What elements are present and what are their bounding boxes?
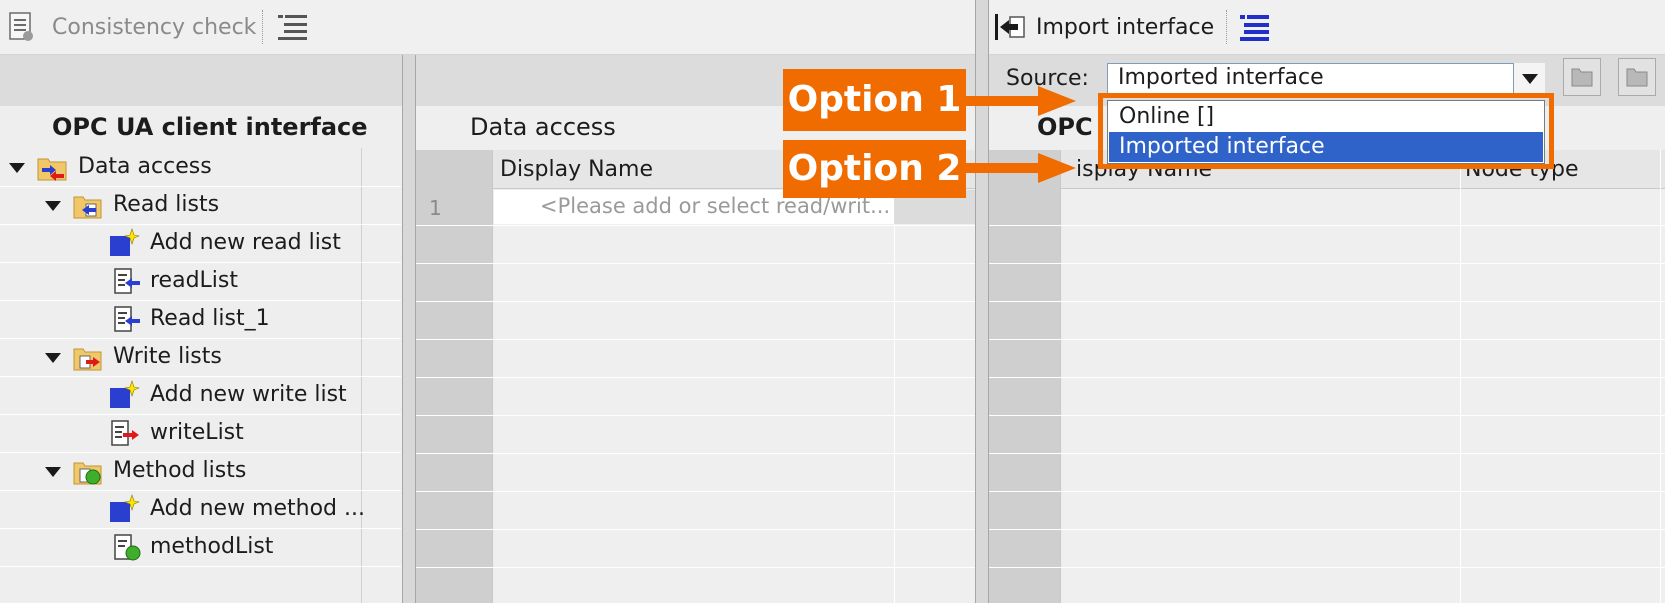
tree-item-write-lists[interactable]: Write lists — [0, 339, 401, 377]
callout-option-1: Option 1 — [783, 69, 966, 131]
toolbar-separator — [262, 10, 264, 44]
tree-item-writelist[interactable]: writeList — [0, 415, 401, 453]
tree-item-label: Add new write list — [150, 382, 347, 407]
source-selected-value: Imported interface — [1118, 65, 1324, 90]
row-number: 1 — [429, 196, 442, 220]
grid-row-line — [416, 453, 975, 454]
expand-triangle-icon — [45, 467, 61, 477]
list-options-icon — [278, 15, 307, 40]
grid-row-line — [416, 567, 975, 568]
grid-row-line — [416, 415, 975, 416]
checklist-icon — [9, 12, 33, 41]
tree-item-method-lists[interactable]: Method lists — [0, 453, 401, 491]
source-dropdown-button[interactable] — [1513, 63, 1545, 95]
expand-triangle-icon — [45, 353, 61, 363]
source-action-button-1[interactable] — [1563, 58, 1601, 96]
grid-row-line — [989, 415, 1665, 416]
add-new-star-icon — [110, 228, 140, 256]
grid-row-line — [416, 339, 975, 340]
tree-item-readlist[interactable]: readList — [0, 263, 401, 301]
write-list-icon — [111, 420, 139, 446]
grid-row-line — [989, 339, 1665, 340]
tree-item-label: Write lists — [113, 344, 222, 369]
write-lists-folder-icon — [73, 348, 102, 371]
folder-arrow-icon — [1571, 68, 1593, 87]
tree-item-label: Read lists — [113, 192, 220, 217]
grid-row-line — [989, 529, 1665, 530]
tree-item-read-list-1[interactable]: Read list_1 — [0, 301, 401, 339]
source-select[interactable]: Imported interface — [1107, 63, 1545, 95]
tree-item-label: readList — [150, 268, 238, 293]
add-new-star-icon — [110, 494, 140, 522]
tree-item-add-new-method-list[interactable]: Add new method ... — [0, 491, 401, 529]
left-splitter[interactable] — [402, 55, 416, 603]
grid-row-line — [989, 567, 1665, 568]
tree-item-label: methodList — [150, 534, 274, 559]
add-new-star-icon — [110, 380, 140, 408]
highlight-frame — [1098, 93, 1554, 169]
read-list-icon — [114, 268, 140, 294]
source-action-button-2[interactable] — [1618, 58, 1656, 96]
tree-item-label: Method lists — [113, 458, 247, 483]
data-access-folder-icon — [37, 158, 67, 181]
expand-triangle-icon — [9, 163, 25, 173]
grid-row-line — [416, 263, 975, 264]
grid-row-line — [989, 377, 1665, 378]
arrow-option-1-icon — [966, 86, 1076, 116]
consistency-check-button[interactable]: Consistency check — [6, 0, 256, 54]
expand-triangle-icon — [45, 201, 61, 211]
grid-row-line — [989, 263, 1665, 264]
grid-row-line — [416, 377, 975, 378]
center-column-display-name[interactable]: Display Name — [500, 157, 653, 182]
left-panel-title: OPC UA client interface — [52, 113, 368, 141]
tree-item-label: Read list_1 — [150, 306, 270, 331]
tree-item-label: Add new read list — [150, 230, 341, 255]
method-lists-folder-icon — [73, 462, 102, 485]
grid-row-line — [416, 225, 975, 226]
list-options-blue-icon — [1240, 15, 1269, 41]
grid-row-line — [989, 491, 1665, 492]
tree-item-add-new-write-list[interactable]: Add new write list — [0, 377, 401, 415]
arrow-option-2-icon — [966, 153, 1076, 183]
grid-row-line — [989, 301, 1665, 302]
callout-option-2: Option 2 — [783, 140, 966, 198]
import-interface-label: Import interface — [1036, 14, 1215, 40]
right-options-button[interactable] — [1238, 0, 1272, 54]
tree-item-data-access[interactable]: Data access — [0, 149, 401, 187]
grid-row-line — [989, 453, 1665, 454]
consistency-check-label: Consistency check — [52, 14, 257, 40]
grid-row-line — [416, 529, 975, 530]
tree-item-read-lists[interactable]: Read lists — [0, 187, 401, 225]
grid-row-line — [416, 491, 975, 492]
toolbar-separator-right — [1226, 10, 1228, 44]
read-list-icon — [114, 306, 140, 332]
tree-item-add-new-read-list[interactable]: Add new read list — [0, 225, 401, 263]
grid-row-line — [989, 225, 1665, 226]
tree-item-label: Add new method ... — [150, 496, 365, 521]
import-icon — [995, 14, 1025, 40]
method-list-icon — [114, 534, 141, 561]
left-options-button[interactable] — [276, 0, 310, 54]
left-band — [0, 55, 402, 106]
read-lists-folder-icon — [73, 196, 102, 219]
chevron-down-icon — [1522, 74, 1538, 84]
tree-item-methodlist[interactable]: methodList — [0, 529, 401, 567]
folder-export-icon — [1626, 68, 1648, 87]
import-interface-button[interactable]: Import interface — [994, 0, 1214, 54]
tree-item-label: Data access — [78, 154, 212, 179]
grid-row-line — [416, 301, 975, 302]
tree-item-label: writeList — [150, 420, 244, 445]
callout-arrows — [966, 86, 1076, 183]
center-panel-title: Data access — [470, 113, 616, 141]
